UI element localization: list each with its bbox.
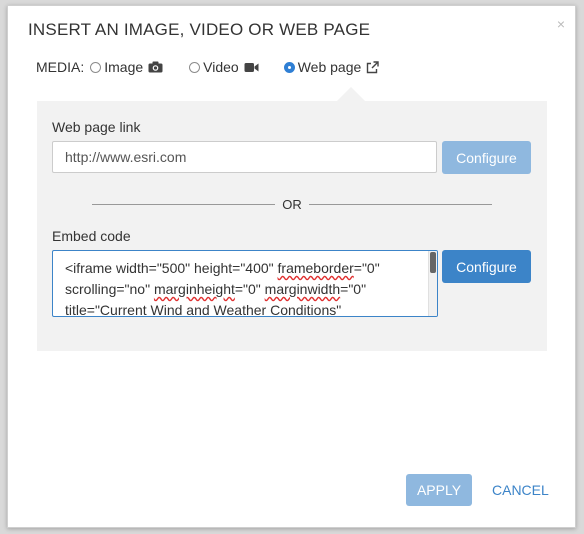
web-page-link-input[interactable] xyxy=(52,141,437,173)
or-line-right xyxy=(308,203,492,205)
media-option-image-label: Image xyxy=(104,59,144,75)
media-option-video[interactable]: Video xyxy=(189,59,259,75)
embed-code-label: Embed code xyxy=(52,228,131,244)
or-text: OR xyxy=(282,196,302,212)
media-option-image[interactable]: Image xyxy=(90,59,163,75)
media-option-webpage-label: Web page xyxy=(297,59,362,75)
or-separator: OR xyxy=(92,196,492,212)
webpage-panel: Web page link Configure OR Embed code <i… xyxy=(37,87,547,351)
web-page-link-label: Web page link xyxy=(52,119,141,135)
radio-image[interactable] xyxy=(90,61,102,73)
embed-scrollbar[interactable] xyxy=(428,251,437,316)
embed-code-text: <iframe width="500" height="400" framebo… xyxy=(53,251,427,317)
or-line-left xyxy=(92,203,276,205)
external-link-icon xyxy=(366,60,379,74)
configure-embed-button[interactable]: Configure xyxy=(442,250,531,283)
embed-scroll-thumb[interactable] xyxy=(430,252,436,273)
video-camera-icon xyxy=(244,62,259,73)
close-icon[interactable]: × xyxy=(557,17,565,31)
media-label: MEDIA: xyxy=(36,59,85,75)
configure-link-button[interactable]: Configure xyxy=(442,141,531,174)
embed-line-1: <iframe width="500" height="400" framebo… xyxy=(65,260,380,276)
media-option-webpage[interactable]: Web page xyxy=(283,59,380,75)
cancel-button[interactable]: CANCEL xyxy=(492,482,549,498)
media-selector: MEDIA: Image Video Web page xyxy=(36,57,379,77)
dialog-title: INSERT AN IMAGE, VIDEO OR WEB PAGE xyxy=(28,20,371,39)
panel-pointer xyxy=(337,87,365,101)
camera-icon xyxy=(148,61,163,73)
insert-media-dialog: INSERT AN IMAGE, VIDEO OR WEB PAGE × MED… xyxy=(7,5,576,528)
radio-webpage[interactable] xyxy=(283,61,295,73)
apply-button[interactable]: APPLY xyxy=(406,474,472,506)
embed-line-2: scrolling="no" marginheight="0" marginwi… xyxy=(65,281,367,297)
embed-code-textarea[interactable]: <iframe width="500" height="400" framebo… xyxy=(52,250,438,317)
media-option-video-label: Video xyxy=(203,59,239,75)
radio-video[interactable] xyxy=(189,61,201,73)
embed-line-3: title="Current Wind and Weather Conditio… xyxy=(65,302,342,317)
